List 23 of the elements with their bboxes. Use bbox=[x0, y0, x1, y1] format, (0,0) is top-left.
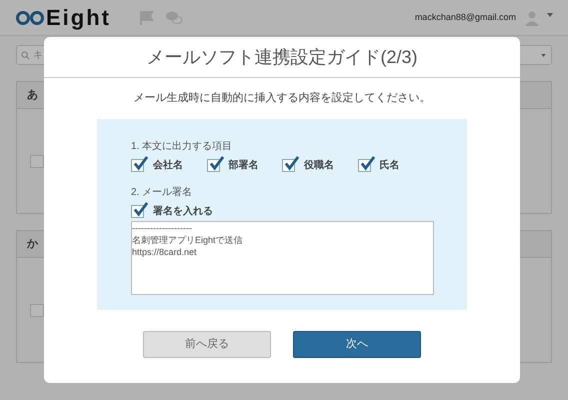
modal-description: メール生成時に自動的に挿入する内容を設定してください。 bbox=[134, 90, 430, 106]
group-heading: 2. メール署名 bbox=[131, 186, 194, 200]
logo-icon bbox=[15, 10, 45, 26]
checkbox[interactable] bbox=[30, 154, 44, 168]
option-label: 会社名 bbox=[153, 158, 183, 172]
option-label: 役職名 bbox=[304, 158, 334, 172]
caret-icon bbox=[541, 54, 546, 56]
search-placeholder: キ bbox=[33, 48, 43, 62]
caret-icon[interactable] bbox=[547, 12, 553, 16]
section-title: か bbox=[27, 236, 38, 252]
checkbox[interactable] bbox=[30, 304, 44, 316]
section-title: あ bbox=[27, 88, 38, 103]
user-email: mackchan88@gmail.com bbox=[414, 10, 516, 24]
nav-button[interactable]: 前へ戻る bbox=[143, 330, 271, 358]
nav-button[interactable]: 次へ bbox=[293, 330, 421, 358]
signature-textarea[interactable]: -------------------- 名刺管理アプリEightで送信 https://8card.net bbox=[131, 220, 434, 294]
search-icon bbox=[21, 50, 30, 60]
option-label: 氏名 bbox=[380, 158, 400, 172]
option-label: 署名を入れる bbox=[153, 204, 213, 218]
modal-title: メールソフト連携設定ガイド(2/3) bbox=[146, 46, 418, 69]
group-heading: 1. 本文に出力する項目 bbox=[131, 140, 234, 154]
option-label: 部署名 bbox=[228, 158, 258, 172]
logo-text: Eight bbox=[46, 4, 111, 32]
